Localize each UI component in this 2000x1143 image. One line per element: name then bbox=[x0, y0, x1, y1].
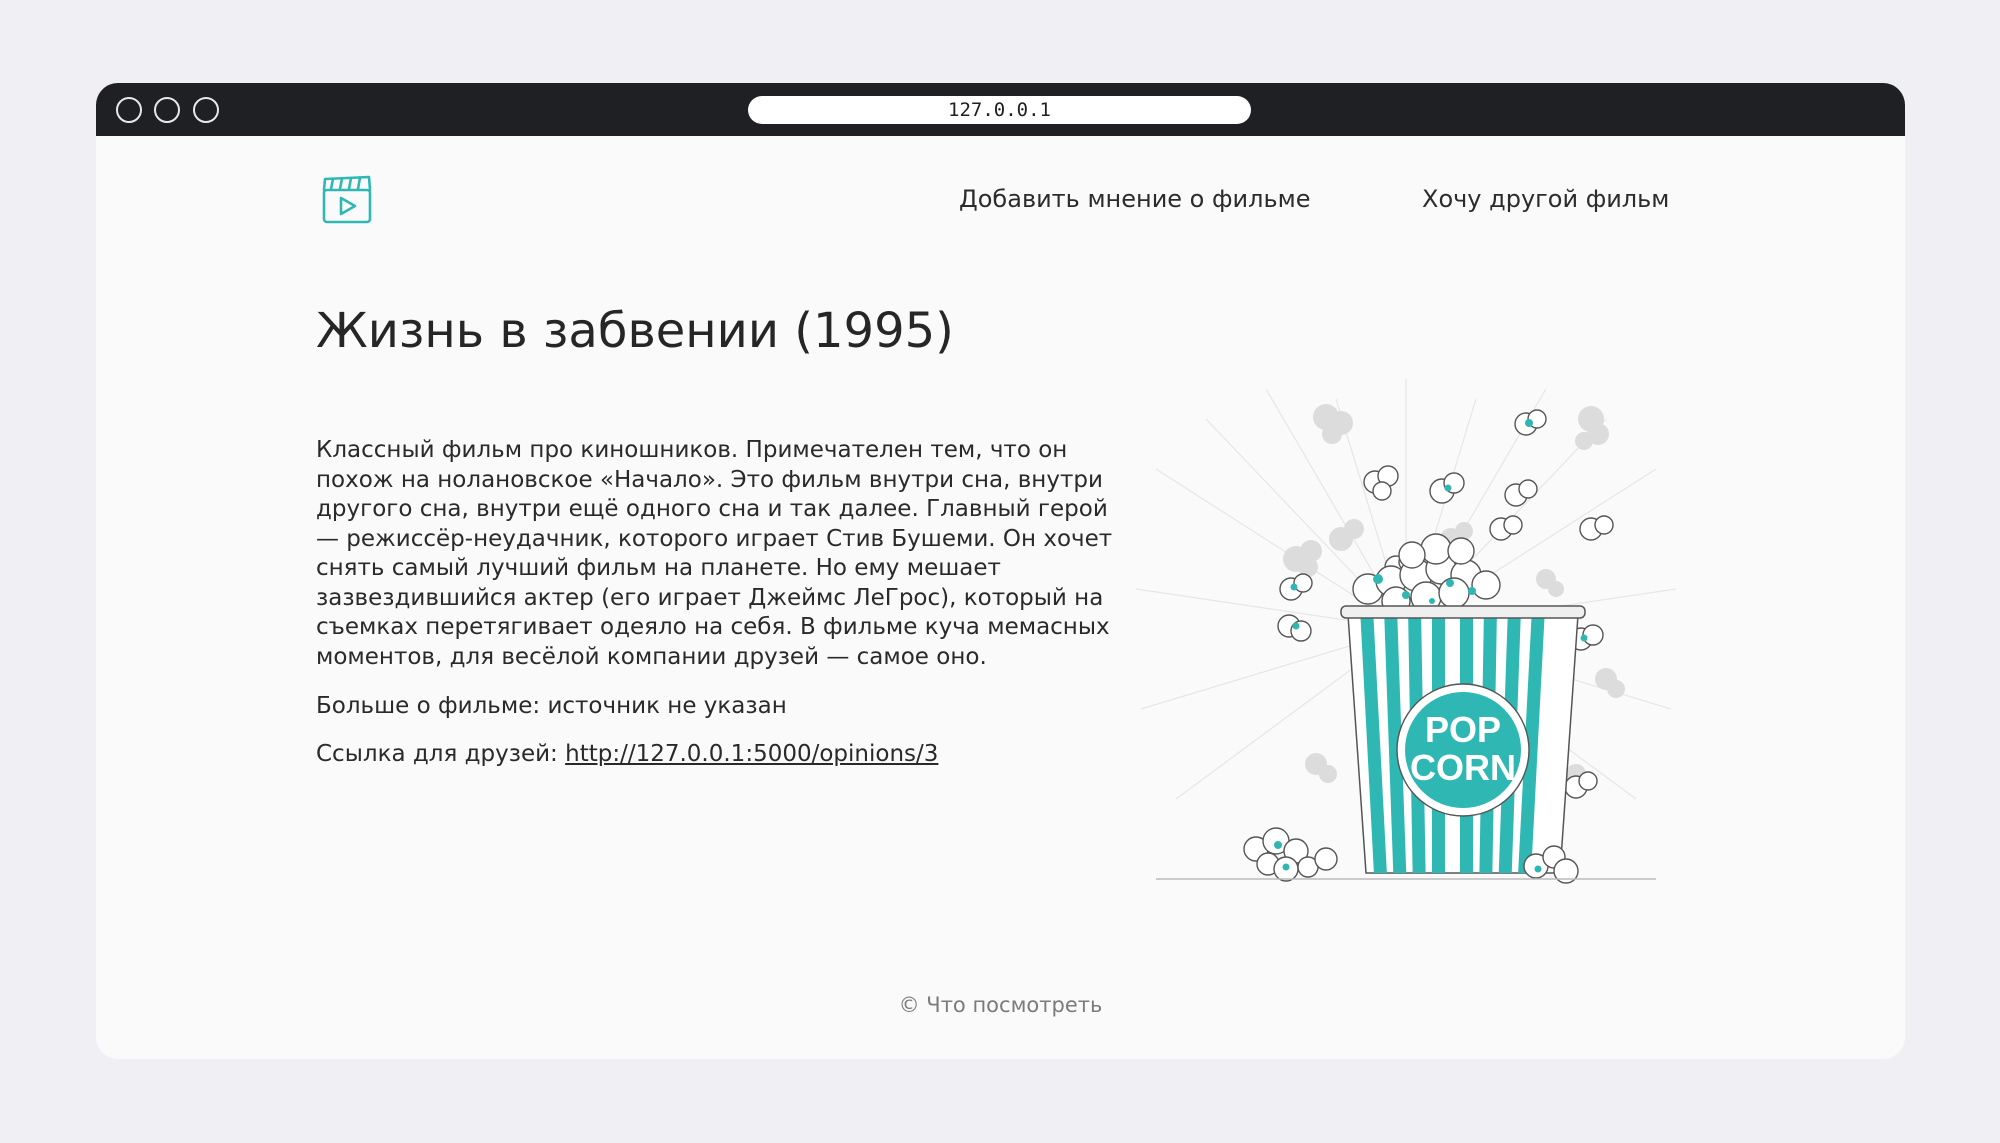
share-label: Ссылка для друзей: bbox=[316, 741, 558, 767]
popcorn-illustration: POP CORN bbox=[1136, 379, 1676, 884]
cup-label-corn: CORN bbox=[1410, 747, 1516, 788]
opinion-text: Классный фильм про киношников. Примечате… bbox=[316, 437, 1113, 670]
another-film-link[interactable]: Хочу другой фильм bbox=[1422, 185, 1669, 213]
source-value: источник не указан bbox=[547, 693, 787, 719]
share-line: Ссылка для друзей: http://127.0.0.1:5000… bbox=[316, 739, 1116, 769]
window-minimize-button[interactable] bbox=[154, 97, 180, 123]
share-link[interactable]: http://127.0.0.1:5000/opinions/3 bbox=[565, 741, 938, 767]
opinion-content: Классный фильм про киношников. Примечате… bbox=[316, 436, 1116, 769]
cup-label-pop: POP bbox=[1425, 709, 1501, 750]
browser-window: 127.0.0.1 Добавить мнение о фильме Хочу … bbox=[96, 83, 1905, 1059]
page-title: Жизнь в забвении (1995) bbox=[316, 303, 954, 359]
add-opinion-link[interactable]: Добавить мнение о фильме bbox=[959, 185, 1310, 213]
window-close-button[interactable] bbox=[116, 97, 142, 123]
film-clapper-play-icon[interactable] bbox=[321, 173, 373, 225]
footer-copyright: © Что посмотреть bbox=[898, 993, 1103, 1017]
browser-titlebar: 127.0.0.1 bbox=[96, 83, 1905, 136]
source-label: Больше о фильме: bbox=[316, 693, 541, 719]
source-line: Больше о фильме: источник не указан bbox=[316, 691, 1116, 721]
window-maximize-button[interactable] bbox=[193, 97, 219, 123]
address-bar[interactable]: 127.0.0.1 bbox=[748, 96, 1251, 124]
